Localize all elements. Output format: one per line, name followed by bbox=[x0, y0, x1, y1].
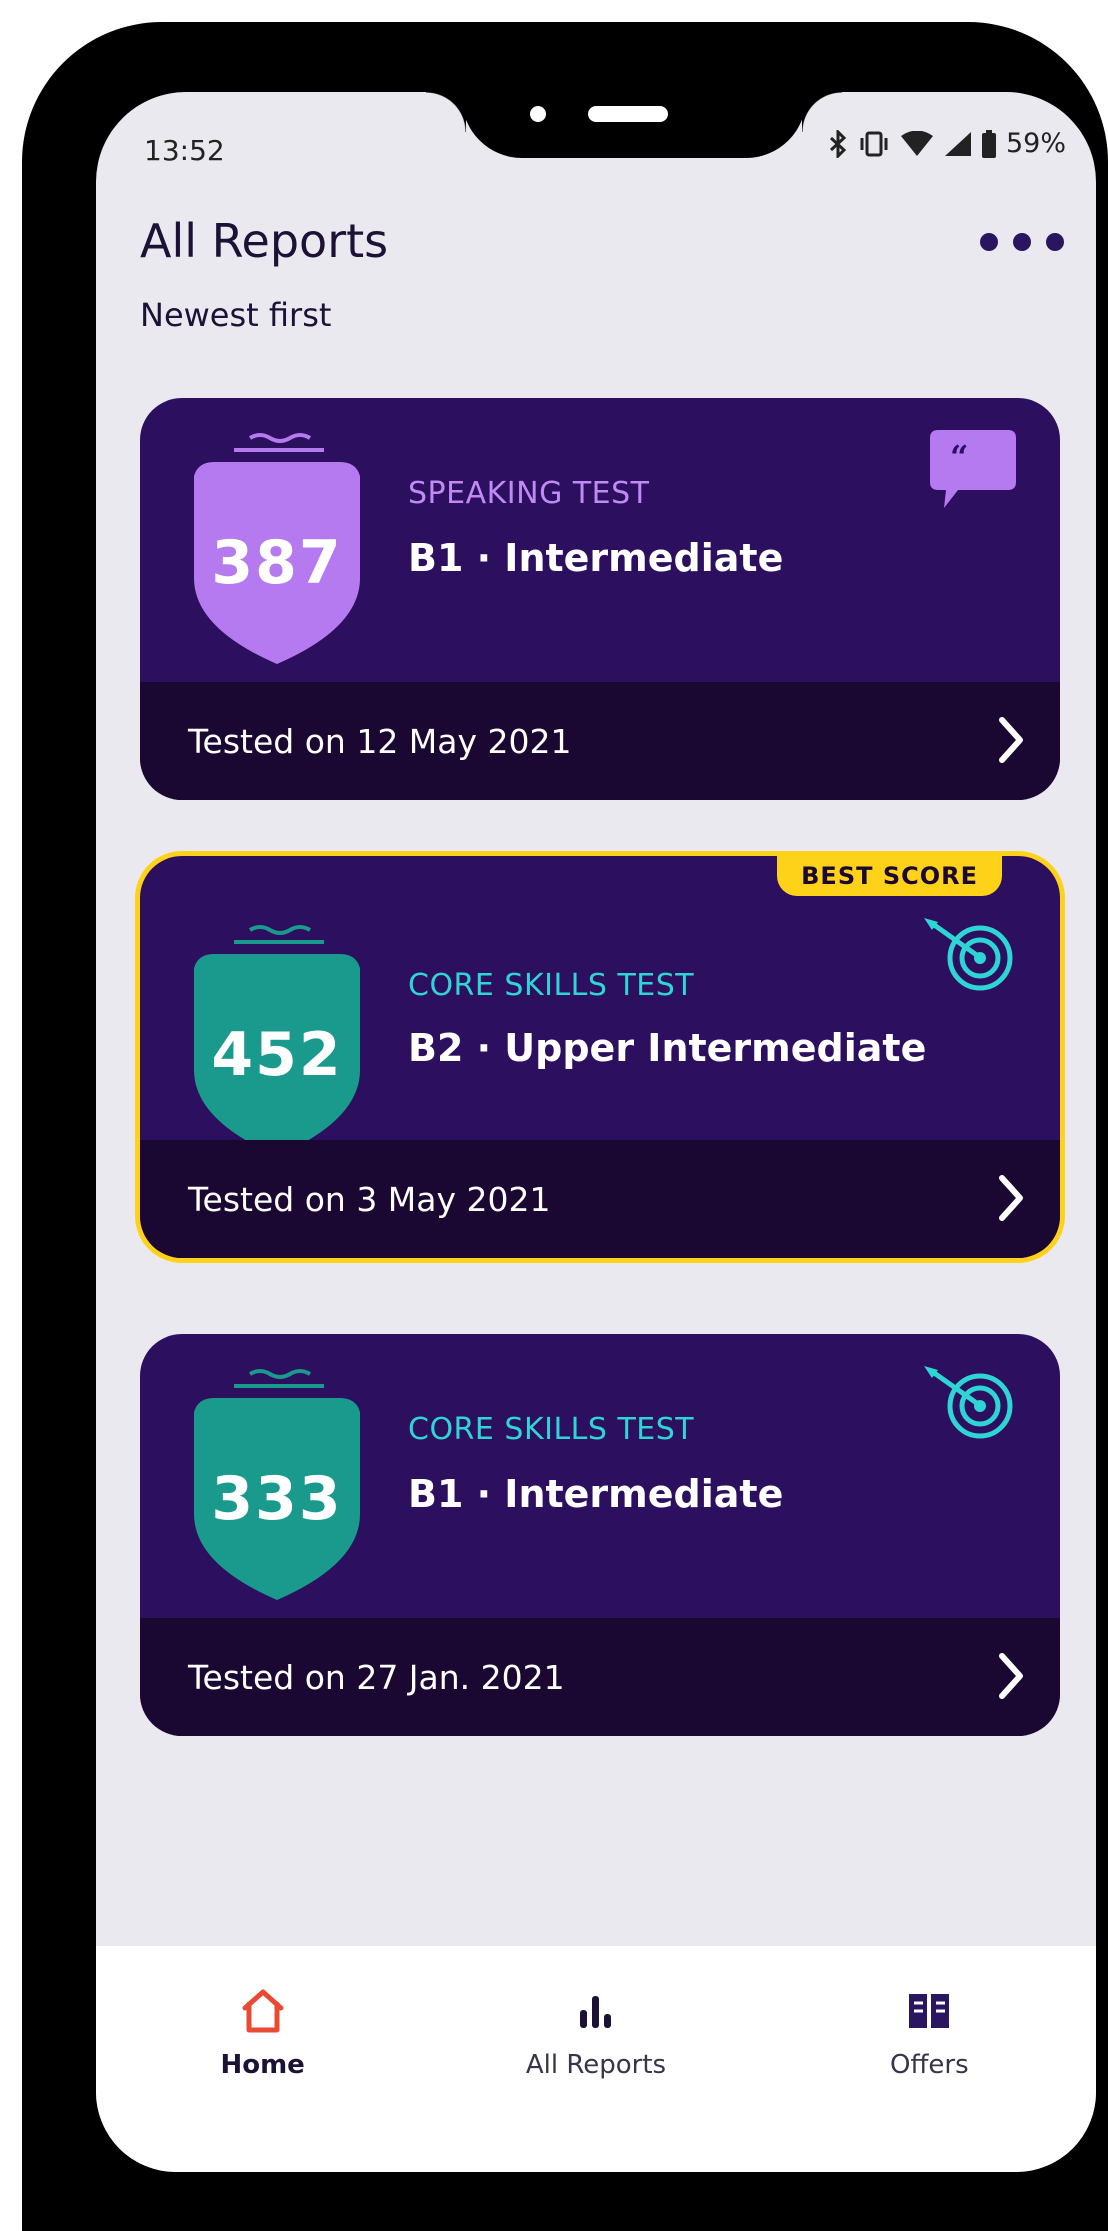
chevron-right-icon bbox=[998, 1174, 1024, 1226]
status-icons: 59% bbox=[828, 128, 1066, 159]
chevron-right-icon bbox=[998, 1652, 1024, 1704]
nav-all-reports[interactable]: All Reports bbox=[446, 1946, 746, 2080]
score-shield: 452 bbox=[188, 920, 366, 1160]
nav-home-label: Home bbox=[220, 2050, 305, 2080]
battery-percent: 59% bbox=[1005, 128, 1066, 159]
nav-home[interactable]: Home bbox=[113, 1946, 413, 2080]
camera-notch bbox=[426, 92, 842, 158]
wifi-icon bbox=[900, 130, 934, 157]
page-title: All Reports bbox=[140, 214, 389, 268]
best-score-badge: BEST SCORE bbox=[777, 856, 1002, 896]
nav-offers[interactable]: Offers bbox=[779, 1946, 1079, 2080]
speech-bubble-icon: “ bbox=[928, 428, 1018, 518]
test-type-label: CORE SKILLS TEST bbox=[408, 1412, 695, 1447]
card-footer: Tested on 12 May 2021 bbox=[140, 682, 1060, 800]
more-options-button[interactable] bbox=[980, 220, 1064, 264]
sort-order-label[interactable]: Newest first bbox=[140, 296, 331, 334]
more-dots-icon bbox=[1046, 233, 1064, 251]
test-date: Tested on 3 May 2021 bbox=[188, 1179, 551, 1219]
level-label: B1 · Intermediate bbox=[408, 1472, 784, 1516]
bottom-navigation: Home All Reports Offers bbox=[96, 1946, 1096, 2172]
bar-chart-icon bbox=[572, 1988, 620, 2038]
report-card-core-best[interactable]: BEST SCORE 452 CORE SKILLS TEST B2 · Upp… bbox=[140, 856, 1060, 1258]
bluetooth-icon bbox=[828, 129, 848, 158]
svg-text:“: “ bbox=[950, 438, 968, 476]
target-icon bbox=[922, 916, 1018, 996]
test-date: Tested on 27 Jan. 2021 bbox=[188, 1657, 565, 1697]
target-icon bbox=[922, 1364, 1018, 1444]
report-card-core[interactable]: 333 CORE SKILLS TEST B1 · Intermediate T… bbox=[140, 1334, 1060, 1736]
status-time: 13:52 bbox=[144, 134, 225, 167]
chevron-right-icon bbox=[998, 716, 1024, 768]
test-type-label: SPEAKING TEST bbox=[408, 476, 650, 511]
card-footer: Tested on 27 Jan. 2021 bbox=[140, 1618, 1060, 1736]
report-card-speaking[interactable]: 387 SPEAKING TEST B1 · Intermediate “ Te… bbox=[140, 398, 1060, 800]
book-icon bbox=[905, 1988, 953, 2038]
nav-offers-label: Offers bbox=[890, 2050, 969, 2080]
nav-all-reports-label: All Reports bbox=[525, 2050, 667, 2080]
score-shield: 333 bbox=[188, 1364, 366, 1604]
battery-icon bbox=[981, 129, 996, 158]
more-dots-icon bbox=[980, 233, 998, 251]
score-value: 452 bbox=[211, 1020, 343, 1090]
front-camera bbox=[530, 106, 546, 122]
vibrate-icon bbox=[858, 131, 890, 157]
score-shield: 387 bbox=[188, 428, 366, 668]
earpiece-speaker bbox=[588, 106, 668, 122]
level-label: B1 · Intermediate bbox=[408, 536, 784, 580]
app-screen: 13:52 59% All Reports Newest first 387 S… bbox=[96, 92, 1096, 2172]
home-icon bbox=[239, 1988, 287, 2038]
level-label: B2 · Upper Intermediate bbox=[408, 1026, 927, 1070]
signal-icon bbox=[944, 131, 972, 157]
phone-frame: 13:52 59% All Reports Newest first 387 S… bbox=[22, 22, 1108, 2231]
score-value: 333 bbox=[211, 1464, 343, 1534]
card-footer: Tested on 3 May 2021 bbox=[140, 1140, 1060, 1258]
test-date: Tested on 12 May 2021 bbox=[188, 721, 572, 761]
score-value: 387 bbox=[211, 528, 343, 598]
test-type-label: CORE SKILLS TEST bbox=[408, 968, 695, 1003]
more-dots-icon bbox=[1013, 233, 1031, 251]
